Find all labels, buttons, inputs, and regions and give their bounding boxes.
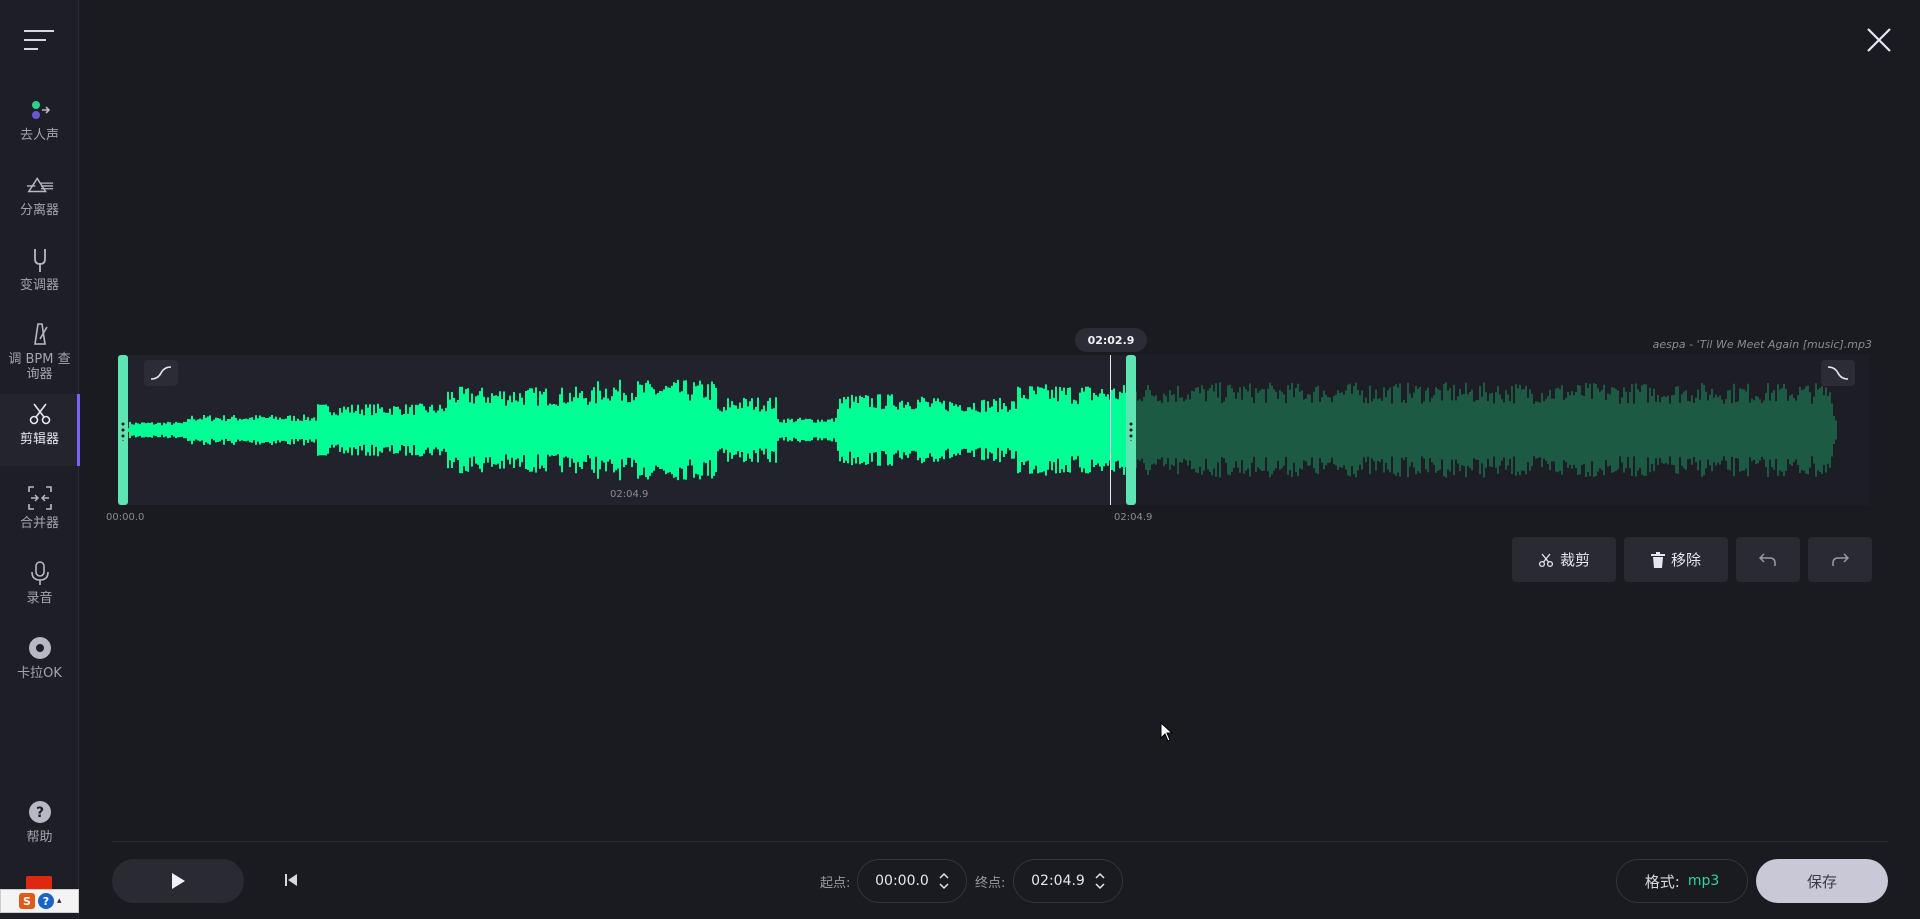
sidebar-item-vocal-remover[interactable]: 去人声 — [0, 90, 79, 162]
format-label: 格式: — [1644, 872, 1680, 891]
svg-text:?: ? — [35, 805, 43, 821]
sidebar-item-label: 剪辑器 — [19, 432, 59, 447]
redo-button[interactable] — [1808, 537, 1872, 582]
file-name: aespa - 'Til We Meet Again [music].mp3 — [1652, 338, 1872, 351]
start-time-label: 起点: — [820, 876, 851, 891]
scissors-icon — [26, 400, 54, 428]
mouse-cursor-icon — [1160, 721, 1174, 746]
undo-icon — [1759, 552, 1776, 566]
undo-button[interactable] — [1736, 537, 1800, 582]
trash-icon — [1650, 551, 1665, 568]
fade-in-button[interactable] — [144, 360, 178, 386]
microphone-icon — [26, 559, 54, 587]
remove-button[interactable]: 移除 — [1624, 537, 1728, 582]
input-method-icon[interactable]: S — [19, 893, 35, 909]
sidebar-item-karaoke[interactable]: 卡拉OK — [0, 628, 79, 700]
sidebar-item-joiner[interactable]: 合并器 — [0, 478, 79, 550]
close-icon[interactable] — [1865, 26, 1893, 54]
selection-start-time: 00:00.0 — [106, 512, 145, 523]
sidebar-item-bpm[interactable]: 调 BPM 查询器 — [0, 314, 79, 394]
save-button[interactable]: 保存 — [1756, 859, 1888, 903]
waveform-selected — [127, 379, 1129, 481]
start-time-value: 00:00.0 — [875, 873, 929, 889]
sidebar-item-label: 调 BPM 查询器 — [8, 352, 71, 382]
sidebar-item-splitter[interactable]: 分离器 — [0, 165, 79, 237]
sidebar-item-label: 合并器 — [19, 516, 59, 531]
divider — [112, 841, 1888, 842]
tray-expand-icon[interactable]: ▴ — [57, 896, 62, 906]
play-icon — [172, 873, 185, 889]
vocal-split-icon — [26, 96, 54, 124]
sidebar-item-pitch[interactable]: 变调器 — [0, 240, 79, 312]
remove-label: 移除 — [1670, 551, 1701, 569]
stepper-icon[interactable] — [1095, 872, 1105, 890]
scissors-icon — [1538, 553, 1554, 567]
end-time-input[interactable]: 02:04.9 — [1013, 859, 1123, 903]
sidebar-item-label: 帮助 — [26, 830, 53, 845]
sidebar-item-cutter[interactable]: 剪辑器 — [0, 394, 80, 466]
fade-in-icon — [150, 366, 172, 380]
waveform-unselected — [1129, 382, 1837, 478]
sidebar-item-label: 卡拉OK — [17, 666, 62, 681]
playhead[interactable] — [1110, 355, 1111, 505]
selection-start-handle[interactable] — [118, 355, 128, 505]
prism-icon — [26, 171, 54, 199]
fade-out-icon — [1827, 366, 1849, 380]
selection-end-handle[interactable] — [1126, 355, 1136, 505]
app-root: 去人声 分离器 变调器 调 BPM 查询器 剪辑器 合并器 录音 卡拉OK ? … — [0, 0, 1920, 919]
sidebar-item-recorder[interactable]: 录音 — [0, 553, 79, 625]
selection-end-time: 02:04.9 — [1114, 512, 1153, 523]
sidebar-item-label: 去人声 — [19, 128, 59, 143]
metronome-icon — [26, 320, 54, 348]
skip-back-icon — [285, 874, 297, 886]
redo-icon — [1832, 552, 1849, 566]
sidebar-item-help[interactable]: ? 帮助 — [0, 792, 79, 864]
play-button[interactable] — [112, 859, 244, 903]
selection-duration: 02:04.9 — [610, 489, 649, 500]
sidebar-item-label: 变调器 — [19, 278, 59, 293]
fade-out-button[interactable] — [1821, 360, 1855, 386]
start-time-input[interactable]: 00:00.0 — [857, 859, 967, 903]
end-time-label: 终点: — [975, 876, 1006, 891]
tray-help-icon[interactable]: ? — [38, 893, 54, 909]
trim-label: 裁剪 — [1559, 551, 1590, 569]
tuning-fork-icon — [26, 246, 54, 274]
trim-button[interactable]: 裁剪 — [1512, 537, 1616, 582]
system-tray: S ? ▴ — [0, 889, 79, 913]
skip-to-start-button[interactable] — [280, 869, 302, 891]
sidebar: 去人声 分离器 变调器 调 BPM 查询器 剪辑器 合并器 录音 卡拉OK ? … — [0, 0, 80, 919]
format-selector[interactable]: 格式: mp3 — [1616, 859, 1748, 903]
stepper-icon[interactable] — [939, 872, 949, 890]
format-value: mp3 — [1687, 873, 1720, 889]
sidebar-item-label: 录音 — [26, 591, 53, 606]
help-icon: ? — [26, 798, 54, 826]
waveform — [127, 379, 1837, 481]
record-disc-icon — [26, 634, 54, 662]
menu-icon[interactable] — [24, 28, 56, 52]
sidebar-item-label: 分离器 — [19, 203, 59, 218]
merge-icon — [26, 484, 54, 512]
end-time-value: 02:04.9 — [1031, 873, 1085, 889]
playhead-time: 02:02.9 — [1075, 328, 1147, 352]
